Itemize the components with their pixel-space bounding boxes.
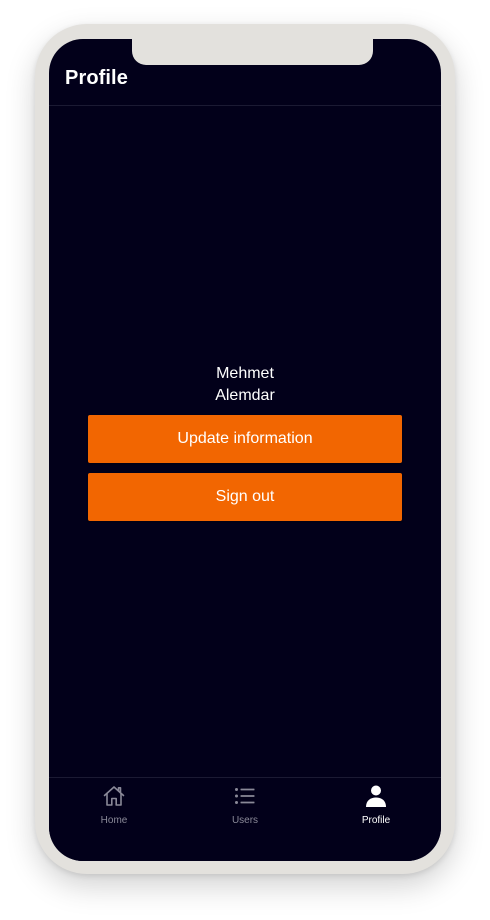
home-icon [103,786,125,806]
tab-home[interactable]: Home [49,778,179,838]
user-first-name: Mehmet [216,365,274,382]
tab-profile-label: Profile [361,815,391,826]
list-icon [235,788,255,804]
tab-profile[interactable]: Profile [311,778,441,838]
page-title: Profile [65,67,128,89]
person-icon [366,785,386,807]
tab-users-label: Users [231,815,259,826]
tab-home-label: Home [100,815,128,826]
sign-out-button[interactable]: Sign out [88,473,402,521]
user-last-name: Alemdar [215,387,275,404]
bottom-tab-bar: Home Users Profile [49,777,441,861]
update-information-button[interactable]: Update information [88,415,402,463]
profile-content: Mehmet Alemdar Update information Sign o… [49,106,441,777]
tab-users[interactable]: Users [180,778,310,838]
device-notch [132,39,373,65]
app-screen: Profile Mehmet Alemdar Update informatio… [49,39,441,861]
user-name: Mehmet Alemdar [49,363,441,407]
